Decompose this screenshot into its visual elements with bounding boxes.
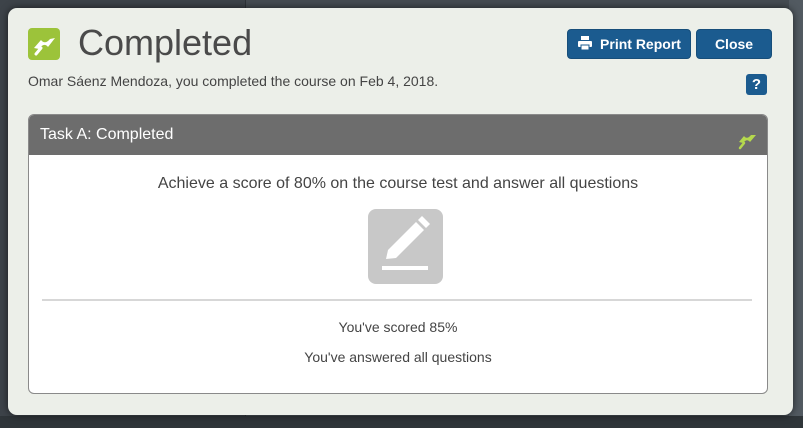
task-header: Task A: Completed xyxy=(29,115,767,155)
background-bottom xyxy=(0,416,803,428)
print-report-label: Print Report xyxy=(600,36,681,52)
flag-icon xyxy=(28,28,60,60)
questions-result: You've answered all questions xyxy=(304,349,492,365)
divider xyxy=(42,299,752,301)
task-title: Task A: Completed xyxy=(40,126,174,143)
task-description: Achieve a score of 80% on the course tes… xyxy=(157,175,639,192)
score-result: You've scored 85% xyxy=(338,319,458,335)
close-label: Close xyxy=(714,36,754,52)
task-card: Task A: Completed Achieve a score of 80%… xyxy=(28,114,768,394)
print-report-button[interactable]: Print Report xyxy=(567,29,691,59)
dialog-title: Completed xyxy=(78,22,253,63)
printer-icon xyxy=(577,35,593,53)
close-button[interactable]: Close xyxy=(696,29,772,59)
pencil-icon xyxy=(368,209,443,284)
flag-icon xyxy=(736,126,758,166)
help-button[interactable]: ? xyxy=(746,74,767,95)
completion-message: Omar Sáenz Mendoza, you completed the co… xyxy=(28,73,439,89)
completion-dialog: Completed Omar Sáenz Mendoza, you comple… xyxy=(8,8,793,415)
